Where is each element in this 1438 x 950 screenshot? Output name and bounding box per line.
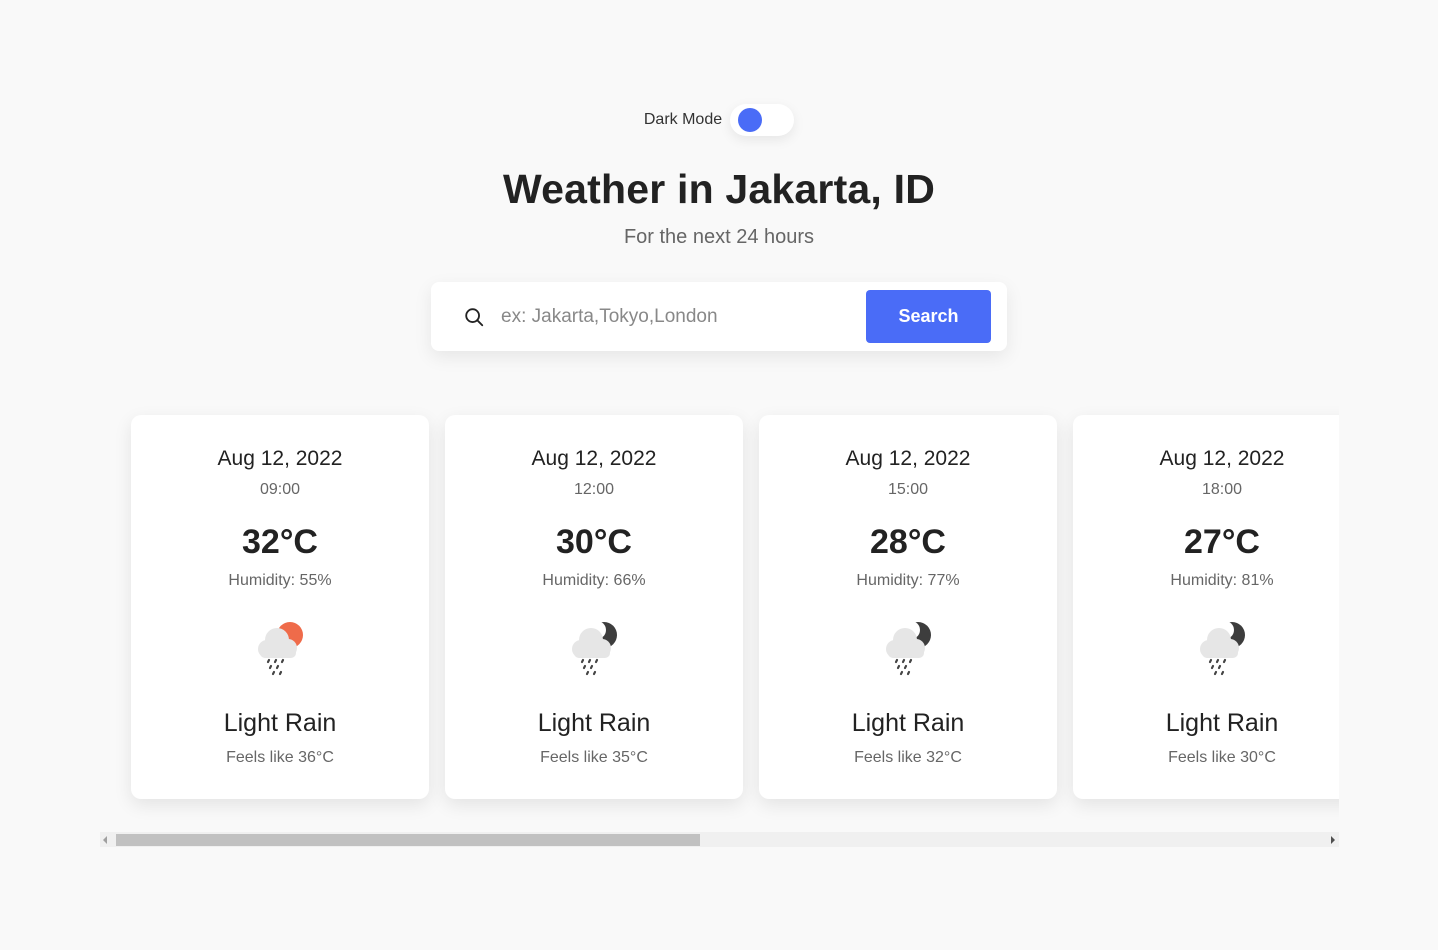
forecast-date: Aug 12, 2022	[217, 447, 343, 470]
forecast-condition: Light Rain	[851, 709, 965, 737]
forecast-time: 09:00	[259, 481, 301, 498]
forecast-temperature: 28°C	[870, 523, 946, 561]
forecast-condition: Light Rain	[223, 709, 337, 737]
scroll-left-arrow-icon[interactable]	[103, 836, 107, 844]
forecast-list: Aug 12, 2022 09:00 32°C Humidity: 55% Li…	[131, 415, 1339, 799]
moon-cloud-rain-icon	[572, 621, 617, 676]
search-bar: Search	[431, 282, 1007, 351]
forecast-temperature: 27°C	[1184, 523, 1260, 561]
forecast-date: Aug 12, 2022	[531, 447, 657, 470]
forecast-humidity: Humidity: 66%	[542, 572, 646, 589]
weather-page: Dark Mode Weather in Jakarta, ID For the…	[0, 0, 1438, 950]
search-icon	[465, 308, 484, 327]
dark-mode-label: Dark Mode	[643, 111, 723, 128]
forecast-feels-like: Feels like 30°C	[1168, 749, 1276, 766]
moon-cloud-rain-icon	[886, 621, 931, 676]
forecast-feels-like: Feels like 36°C	[226, 749, 334, 766]
forecast-card: Aug 12, 2022 18:00 27°C Humidity: 81% Li…	[1073, 415, 1339, 799]
forecast-time: 18:00	[1201, 481, 1243, 498]
horizontal-scrollbar[interactable]	[100, 832, 1339, 847]
sun-cloud-rain-icon	[258, 622, 303, 676]
scroll-right-arrow-icon[interactable]	[1331, 836, 1335, 844]
forecast-condition: Light Rain	[1165, 709, 1279, 737]
forecast-scroll-area[interactable]: Aug 12, 2022 09:00 32°C Humidity: 55% Li…	[100, 400, 1339, 830]
search-button[interactable]: Search	[866, 290, 991, 343]
forecast-time: 15:00	[887, 481, 929, 498]
moon-cloud-rain-icon	[1200, 621, 1245, 676]
forecast-card: Aug 12, 2022 15:00 28°C Humidity: 77% Li…	[759, 415, 1057, 799]
scroll-thumb[interactable]	[116, 834, 700, 846]
forecast-temperature: 32°C	[242, 523, 318, 561]
forecast-feels-like: Feels like 32°C	[854, 749, 962, 766]
forecast-time: 12:00	[573, 481, 615, 498]
forecast-date: Aug 12, 2022	[845, 447, 971, 470]
forecast-feels-like: Feels like 35°C	[540, 749, 648, 766]
toggle-knob	[738, 108, 763, 132]
dark-mode-toggle[interactable]	[730, 104, 795, 136]
dark-mode-row: Dark Mode	[0, 104, 1438, 136]
search-input[interactable]	[499, 300, 863, 334]
forecast-temperature: 30°C	[556, 523, 632, 561]
forecast-humidity: Humidity: 55%	[228, 572, 332, 589]
page-subtitle: For the next 24 hours	[623, 226, 815, 248]
forecast-condition: Light Rain	[537, 709, 651, 737]
forecast-humidity: Humidity: 77%	[856, 572, 960, 589]
page-title: Weather in Jakarta, ID	[502, 166, 936, 212]
forecast-humidity: Humidity: 81%	[1170, 572, 1274, 589]
forecast-card: Aug 12, 2022 12:00 30°C Humidity: 66% Li…	[445, 415, 743, 799]
forecast-card: Aug 12, 2022 09:00 32°C Humidity: 55% Li…	[131, 415, 429, 799]
forecast-date: Aug 12, 2022	[1159, 447, 1285, 470]
